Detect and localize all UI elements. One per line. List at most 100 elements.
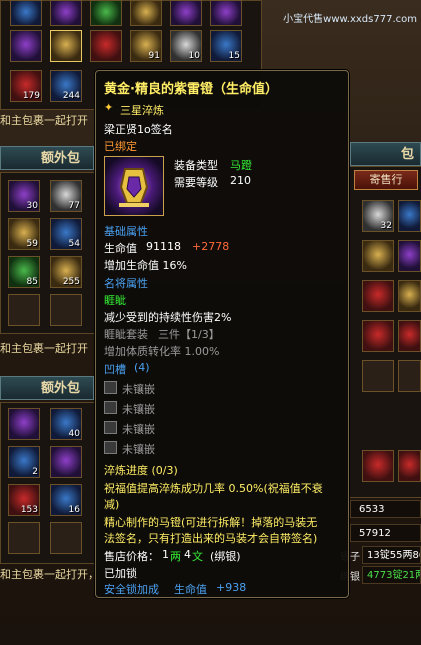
hp-value: 91118 xyxy=(146,240,181,253)
bound-status: 已绑定 xyxy=(104,140,137,153)
damage-reduce: 减少受到的持续性伤害2% xyxy=(104,311,232,324)
open-with-main-notice: 和主包裹一起打开 xyxy=(0,114,88,127)
inventory-slot[interactable]: 244 xyxy=(50,70,82,102)
item-tooltip: 黄金·精良的紫雷镫（生命值） ✦ 三星淬炼 梁正贤1o签名 已绑定 装备类型 马… xyxy=(95,70,349,598)
hp-percent: 增加生命值 16% xyxy=(104,259,187,272)
inventory-slot[interactable]: 40 xyxy=(50,408,82,440)
socket-slot-icon xyxy=(104,401,117,414)
equip-type-label: 装备类型 xyxy=(174,159,218,172)
item-icon xyxy=(104,156,164,216)
price-wen: 4 xyxy=(184,548,191,561)
currency-row: 6533 xyxy=(350,500,421,518)
inventory-slot[interactable] xyxy=(170,0,202,26)
inventory-slot[interactable] xyxy=(50,30,82,62)
price-liang: 1 xyxy=(162,548,169,561)
price-wen-unit: 文 xyxy=(192,550,203,563)
open-with-main-notice: 和主包裹一起打开 xyxy=(0,342,88,355)
inventory-slot[interactable] xyxy=(10,30,42,62)
safe-lock-value: +938 xyxy=(216,581,247,594)
inventory-slot[interactable] xyxy=(8,408,40,440)
socket-slot-icon xyxy=(104,421,117,434)
blessing-line-1: 祝福值提高淬炼成功几率 0.50%(祝福值不衰 xyxy=(104,482,323,495)
name-attr-header: 名将属性 xyxy=(104,277,148,290)
signer-name: 梁正贤1o签名 xyxy=(104,123,173,136)
base-attr-header: 基础属性 xyxy=(104,225,148,238)
open-with-main-notice: 和主包裹一起打开， xyxy=(0,568,99,581)
inventory-slot[interactable] xyxy=(8,522,40,554)
socket-slot-icon xyxy=(104,441,117,454)
name-attr-value: 睚眦 xyxy=(104,294,126,307)
price-note: (绑银) xyxy=(210,550,241,563)
inventory-slot[interactable]: 255 xyxy=(50,256,82,288)
extra-bag-header: 额外包 xyxy=(0,146,94,170)
inventory-slot[interactable] xyxy=(50,0,82,26)
refine-progress: 淬炼进度 (0/3) xyxy=(104,464,178,477)
inventory-slot[interactable] xyxy=(398,240,421,272)
safe-lock-attr: 生命值 xyxy=(174,583,207,596)
inventory-slot[interactable] xyxy=(210,0,242,26)
inventory-slot[interactable] xyxy=(10,0,42,26)
constitution-conversion: 增加体质转化率 1.00% xyxy=(104,345,220,358)
inventory-slot[interactable] xyxy=(362,280,394,312)
inventory-slot[interactable]: 91 xyxy=(130,30,162,62)
set-name: 睚眦套装 xyxy=(104,328,148,341)
equip-type-value: 马蹬 xyxy=(230,159,252,172)
inventory-slot[interactable]: 2 xyxy=(8,446,40,478)
inventory-slot[interactable] xyxy=(398,200,421,232)
inventory-slot[interactable] xyxy=(8,294,40,326)
currency-row: 13锭55两86文 xyxy=(362,546,421,564)
inventory-slot[interactable] xyxy=(362,360,394,392)
inventory-slot[interactable]: 16 xyxy=(50,484,82,516)
inventory-slot[interactable]: 179 xyxy=(10,70,42,102)
hp-label: 生命值 xyxy=(104,242,137,255)
inventory-slot[interactable]: 15 xyxy=(210,30,242,62)
inventory-slot[interactable]: 77 xyxy=(50,180,82,212)
watermark: 小宝代售www.xxds777.com xyxy=(283,14,417,25)
inventory-slot[interactable]: 30 xyxy=(8,180,40,212)
inventory-slot[interactable]: 54 xyxy=(50,218,82,250)
inventory-slot[interactable] xyxy=(362,240,394,272)
inventory-slot[interactable]: 59 xyxy=(8,218,40,250)
inventory-slot[interactable]: 153 xyxy=(8,484,40,516)
description-line-2: 法签名，只有打造出来的马装才会自带签名) xyxy=(104,532,318,545)
inventory-slot[interactable] xyxy=(50,522,82,554)
inventory-slot[interactable] xyxy=(362,320,394,352)
inventory-slot[interactable] xyxy=(90,30,122,62)
req-level-value: 210 xyxy=(230,174,251,187)
price-liang-unit: 两 xyxy=(170,550,181,563)
stirrup-icon xyxy=(119,168,149,207)
inventory-slot[interactable] xyxy=(90,0,122,26)
socket-slot-icon xyxy=(104,381,117,394)
inventory-slot[interactable] xyxy=(362,450,394,482)
inventory-slot[interactable]: 32 xyxy=(362,200,394,232)
item-title: 黄金·精良的紫雷镫（生命值） xyxy=(104,82,278,97)
star-icon: ✦ xyxy=(104,101,114,114)
currency-row: 4773锭21两7 xyxy=(362,566,421,584)
locked-status: 已加锁 xyxy=(104,567,137,580)
inventory-slot[interactable] xyxy=(398,450,421,482)
inventory-slot[interactable] xyxy=(50,446,82,478)
socket-empty: 未镶嵌 xyxy=(122,443,155,456)
price-label: 售店价格： xyxy=(104,550,159,563)
socket-header: 凹槽 xyxy=(104,363,126,376)
req-level-label: 需要等级 xyxy=(174,176,218,189)
description-line-1: 精心制作的马镫(可进行拆解！掉落的马装无 xyxy=(104,516,318,529)
inventory-slot[interactable] xyxy=(398,360,421,392)
hp-bonus: +2778 xyxy=(192,240,230,253)
inventory-slot[interactable] xyxy=(398,320,421,352)
socket-empty: 未镶嵌 xyxy=(122,423,155,436)
currency-row: 57912 xyxy=(350,524,421,542)
inventory-slot[interactable]: 10 xyxy=(170,30,202,62)
safe-lock-label: 安全锁加成 xyxy=(104,583,159,596)
inventory-slot[interactable] xyxy=(50,294,82,326)
set-pieces: 三件【1/3】 xyxy=(158,328,220,341)
inventory-slot[interactable] xyxy=(130,0,162,26)
extra-bag-header: 额外包 xyxy=(0,376,94,400)
bag-header: 包 xyxy=(350,142,421,166)
inventory-slot[interactable] xyxy=(398,280,421,312)
refine-stars: 三星淬炼 xyxy=(120,104,164,117)
socket-empty: 未镶嵌 xyxy=(122,383,155,396)
inventory-slot[interactable]: 85 xyxy=(8,256,40,288)
socket-empty: 未镶嵌 xyxy=(122,403,155,416)
consign-button[interactable]: 寄售行 xyxy=(354,170,418,190)
